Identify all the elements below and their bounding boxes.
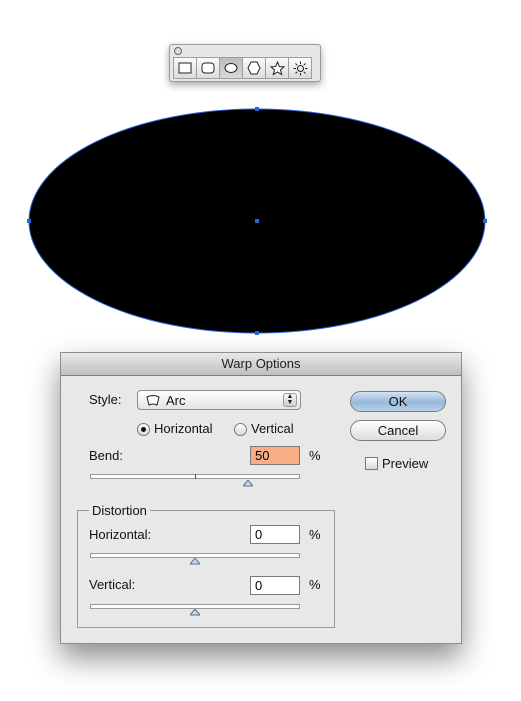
style-select-value: Arc [166, 393, 186, 408]
anchor-point-right[interactable] [483, 219, 487, 223]
bend-label: Bend: [89, 448, 123, 463]
vertical-distortion-label: Vertical: [89, 577, 136, 592]
select-arrows-icon: ▲ ▼ [283, 393, 297, 407]
anchor-point-bottom[interactable] [255, 331, 259, 335]
ok-button[interactable]: OK [350, 391, 446, 412]
distortion-title: Distortion [89, 503, 150, 518]
horizontal-distortion-slider-thumb[interactable] [190, 558, 200, 565]
horizontal-radio[interactable] [137, 423, 150, 436]
canvas-ellipse-shape[interactable] [0, 0, 521, 345]
preview-label[interactable]: Preview [382, 456, 428, 471]
vertical-distortion-unit: % [309, 577, 321, 592]
cancel-button[interactable]: Cancel [350, 420, 446, 441]
bend-unit: % [309, 448, 321, 463]
anchor-point-top[interactable] [255, 107, 259, 111]
horizontal-distortion-input[interactable] [250, 525, 300, 544]
horizontal-radio-label[interactable]: Horizontal [154, 421, 213, 436]
arc-warp-icon [146, 395, 160, 406]
horizontal-distortion-unit: % [309, 527, 321, 542]
bend-slider-thumb[interactable] [242, 480, 253, 487]
vertical-distortion-slider-thumb[interactable] [190, 609, 200, 616]
horizontal-distortion-label: Horizontal: [89, 527, 152, 542]
vertical-radio[interactable] [234, 423, 247, 436]
preview-checkbox[interactable] [365, 457, 378, 470]
bend-input[interactable] [250, 446, 300, 465]
warp-options-dialog: Warp Options Style: Arc ▲ ▼ Horizontal Ve… [60, 352, 462, 644]
vertical-radio-label[interactable]: Vertical [251, 421, 294, 436]
vertical-distortion-input[interactable] [250, 576, 300, 595]
style-label: Style: [89, 392, 122, 407]
center-point [255, 219, 259, 223]
style-select[interactable]: Arc ▲ ▼ [137, 390, 301, 410]
bend-slider-center-mark [195, 474, 196, 479]
anchor-point-left[interactable] [27, 219, 31, 223]
dialog-title[interactable]: Warp Options [61, 353, 461, 376]
